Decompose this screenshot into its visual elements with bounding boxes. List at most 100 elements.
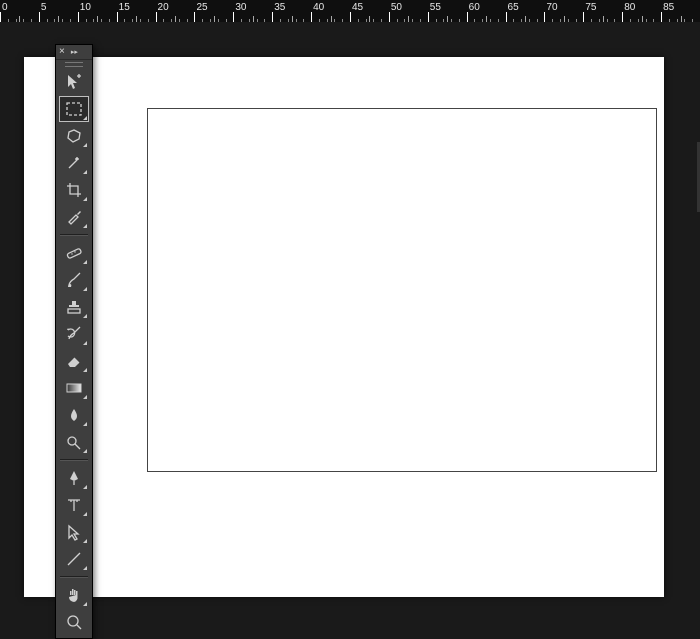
eraser-tool[interactable]: [59, 348, 89, 374]
arrow-icon: [65, 523, 83, 541]
tools-panel: × ▸▸: [55, 44, 93, 639]
ruler-tick: 5: [39, 0, 78, 22]
crop-icon: [65, 181, 83, 199]
brush-icon: [65, 271, 83, 289]
ruler-label: 70: [546, 2, 557, 13]
ruler-label: 45: [352, 2, 363, 13]
ruler-tick: 75: [583, 0, 622, 22]
flyout-indicator-icon: [83, 512, 87, 516]
ruler-tick: 70: [544, 0, 583, 22]
ruler-tick: 85: [661, 0, 700, 22]
ruler-label: 0: [2, 2, 8, 13]
ruler-label: 20: [158, 2, 169, 13]
close-panel-icon[interactable]: ×: [59, 47, 65, 57]
ruler-label: 55: [430, 2, 441, 13]
marquee-icon: [65, 100, 83, 118]
flyout-indicator-icon: [83, 485, 87, 489]
flyout-indicator-icon: [83, 539, 87, 543]
path-selection-tool[interactable]: [59, 519, 89, 545]
flyout-indicator-icon: [83, 368, 87, 372]
eraser-icon: [65, 352, 83, 370]
ruler-label: 60: [469, 2, 480, 13]
horizontal-ruler: 051015202530354045505560657075808590: [0, 0, 700, 23]
type-tool[interactable]: [59, 492, 89, 518]
flyout-indicator-icon: [83, 170, 87, 174]
tool-separator: [60, 576, 88, 578]
healing-brush-tool[interactable]: [59, 240, 89, 266]
canvas[interactable]: [147, 108, 657, 472]
flyout-indicator-icon: [83, 341, 87, 345]
dodge-icon: [65, 433, 83, 451]
ruler-label: 65: [508, 2, 519, 13]
crop-tool[interactable]: [59, 177, 89, 203]
ruler-tick: 15: [117, 0, 156, 22]
ruler-label: 15: [119, 2, 130, 13]
ruler-tick: 80: [622, 0, 661, 22]
ruler-label: 50: [391, 2, 402, 13]
ruler-tick: 10: [78, 0, 117, 22]
expand-panel-icon[interactable]: ▸▸: [71, 48, 78, 56]
zoom-icon: [65, 613, 83, 631]
ruler-label: 5: [41, 2, 47, 13]
history-brush-icon: [65, 325, 83, 343]
pen-icon: [65, 469, 83, 487]
blur-tool[interactable]: [59, 402, 89, 428]
brush-tool[interactable]: [59, 267, 89, 293]
ruler-label: 75: [585, 2, 596, 13]
ruler-label: 25: [196, 2, 207, 13]
bandage-icon: [65, 244, 83, 262]
ruler-label: 10: [80, 2, 91, 13]
ruler-label: 85: [663, 2, 674, 13]
ruler-tick: 35: [272, 0, 311, 22]
wand-icon: [65, 154, 83, 172]
flyout-indicator-icon: [83, 224, 87, 228]
flyout-indicator-icon: [83, 422, 87, 426]
ruler-label: 35: [274, 2, 285, 13]
hand-tool[interactable]: [59, 582, 89, 608]
flyout-indicator-icon: [83, 449, 87, 453]
eyedropper-tool[interactable]: [59, 204, 89, 230]
hand-icon: [65, 586, 83, 604]
lasso-icon: [65, 127, 83, 145]
type-icon: [65, 496, 83, 514]
ruler-tick: 50: [389, 0, 428, 22]
ruler-tick: 40: [311, 0, 350, 22]
zoom-tool[interactable]: [59, 609, 89, 635]
ruler-label: 80: [624, 2, 635, 13]
lasso-tool[interactable]: [59, 123, 89, 149]
ruler-label: 40: [313, 2, 324, 13]
tool-separator: [60, 234, 88, 236]
flyout-indicator-icon: [83, 287, 87, 291]
ruler-tick: 25: [194, 0, 233, 22]
flyout-indicator-icon: [83, 260, 87, 264]
gradient-icon: [65, 379, 83, 397]
ruler-label: 30: [235, 2, 246, 13]
ruler-tick: 30: [233, 0, 272, 22]
flyout-indicator-icon: [83, 197, 87, 201]
pen-tool[interactable]: [59, 465, 89, 491]
tool-separator: [60, 459, 88, 461]
history-brush-tool[interactable]: [59, 321, 89, 347]
eyedropper-icon: [65, 208, 83, 226]
flyout-indicator-icon: [83, 566, 87, 570]
dodge-tool[interactable]: [59, 429, 89, 455]
ruler-tick: 0: [0, 0, 39, 22]
ruler-tick: 55: [428, 0, 467, 22]
gradient-tool[interactable]: [59, 375, 89, 401]
move-tool[interactable]: [59, 69, 89, 95]
tools-panel-titlebar[interactable]: × ▸▸: [56, 45, 92, 60]
flyout-indicator-icon: [83, 602, 87, 606]
clone-stamp-tool[interactable]: [59, 294, 89, 320]
move-icon: [65, 73, 83, 91]
quick-select-tool[interactable]: [59, 150, 89, 176]
ruler-tick: 20: [156, 0, 195, 22]
panel-grip-icon[interactable]: [56, 60, 92, 68]
flyout-indicator-icon: [83, 395, 87, 399]
ruler-tick: 65: [506, 0, 545, 22]
marquee-tool[interactable]: [59, 96, 89, 122]
workspace: × ▸▸: [0, 22, 700, 596]
flyout-indicator-icon: [83, 314, 87, 318]
drop-icon: [65, 406, 83, 424]
stamp-icon: [65, 298, 83, 316]
shape-tool[interactable]: [59, 546, 89, 572]
